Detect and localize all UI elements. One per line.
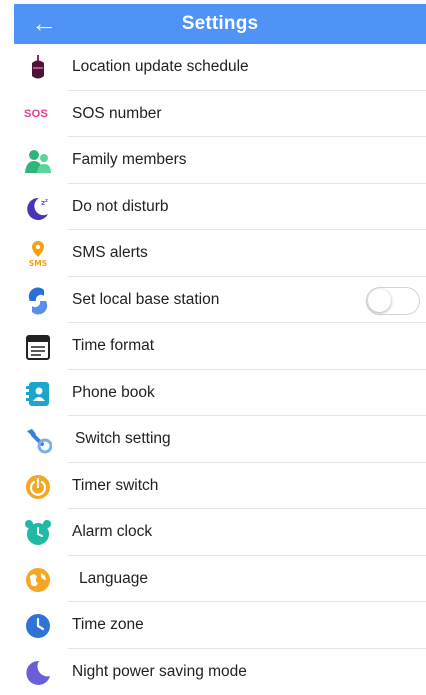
settings-item-label: Night power saving mode: [72, 649, 247, 695]
settings-item-time-format[interactable]: Time format: [0, 323, 426, 370]
settings-list: Location update schedule SOS SOS number …: [0, 44, 426, 695]
settings-item-label: Phone book: [72, 370, 155, 416]
sos-icon: SOS: [24, 101, 52, 129]
settings-item-label: Switch setting: [75, 416, 171, 462]
settings-item-time-zone[interactable]: Time zone: [0, 602, 426, 649]
language-icon: [24, 566, 52, 594]
toggle-knob: [368, 289, 391, 312]
settings-item-alarm-clock[interactable]: Alarm clock: [0, 509, 426, 556]
settings-item-sos-number[interactable]: SOS SOS number: [0, 91, 426, 138]
night-moon-icon: [24, 659, 52, 687]
settings-item-set-local-base-station[interactable]: Set local base station: [0, 277, 426, 324]
settings-item-language[interactable]: Language: [0, 556, 426, 603]
settings-item-label: Language: [79, 556, 148, 602]
base-station-icon: [24, 287, 52, 315]
svg-text:SMS: SMS: [29, 259, 47, 268]
wrench-switch-icon: [24, 426, 52, 454]
settings-item-label: Timer switch: [72, 463, 158, 509]
calendar-format-icon: [24, 333, 52, 361]
settings-item-label: Alarm clock: [72, 509, 152, 555]
alarm-clock-icon: [24, 519, 52, 547]
settings-item-location-update-schedule[interactable]: Location update schedule: [0, 44, 426, 91]
page-title: Settings: [14, 13, 426, 35]
settings-item-label: SMS alerts: [72, 230, 148, 276]
settings-item-label: Location update schedule: [72, 44, 249, 90]
svg-text:z: z: [45, 198, 48, 204]
family-members-icon: [24, 147, 52, 175]
settings-item-do-not-disturb[interactable]: z z Do not disturb: [0, 184, 426, 231]
clock-icon: [24, 612, 52, 640]
settings-item-timer-switch[interactable]: Timer switch: [0, 463, 426, 510]
settings-item-label: Family members: [72, 137, 187, 183]
timer-power-icon: [24, 473, 52, 501]
settings-item-family-members[interactable]: Family members: [0, 137, 426, 184]
settings-item-sms-alerts[interactable]: SMS SMS alerts: [0, 230, 426, 277]
base-station-toggle[interactable]: [366, 287, 420, 315]
settings-item-switch-setting[interactable]: Switch setting: [0, 416, 426, 463]
settings-item-label: Time zone: [72, 602, 144, 648]
location-device-icon: [24, 54, 52, 82]
settings-item-night-power-saving-mode[interactable]: Night power saving mode: [0, 649, 426, 695]
settings-item-label: Do not disturb: [72, 184, 169, 230]
settings-item-label: Set local base station: [72, 277, 219, 323]
settings-item-label: Time format: [72, 323, 154, 369]
phone-book-icon: [24, 380, 52, 408]
settings-item-label: SOS number: [72, 91, 162, 137]
sms-alert-icon: SMS: [24, 240, 52, 268]
settings-item-phone-book[interactable]: Phone book: [0, 370, 426, 417]
header-bar: ← Settings: [14, 4, 426, 44]
moon-zz-icon: z z: [24, 194, 52, 222]
